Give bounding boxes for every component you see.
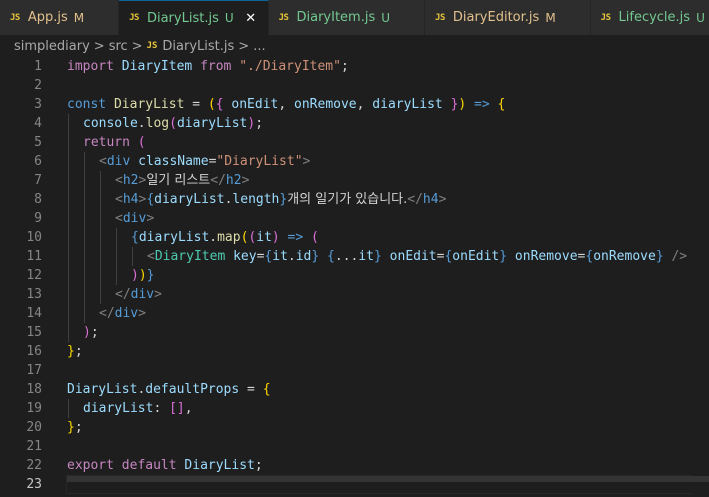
line-content: ))} [131, 268, 155, 283]
line-number: 13 [26, 287, 42, 302]
breadcrumb-item-symbols[interactable]: ... [253, 39, 265, 54]
line-number: 15 [26, 325, 42, 340]
breadcrumb-item-file[interactable]: DiaryList.js [162, 39, 234, 54]
code-line: 16 }; [0, 342, 709, 361]
line-content: <h4>{diaryList.length}개의 일기가 있습니다.</h4> [115, 192, 447, 207]
js-file-icon: JS [10, 12, 20, 23]
breadcrumb-separator: > [93, 38, 105, 54]
code-line: 3 const DiaryList = ({ onEdit, onRemove,… [0, 95, 709, 114]
line-number: 19 [26, 401, 42, 416]
code-line: 11 <DiaryItem key={it.id} {...it} onEdit… [0, 247, 709, 266]
code-line: 21 [0, 437, 709, 456]
tab-diaryitem-js[interactable]: JS DiaryItem.js U [268, 0, 426, 35]
line-content: {diaryList.map((it) => ( [131, 230, 319, 245]
line-number: 5 [34, 135, 42, 150]
line-number: 3 [34, 97, 42, 112]
line-content: diaryList: [], [83, 401, 193, 416]
code-line: 13 </div> [0, 285, 709, 304]
line-content: ); [83, 325, 99, 340]
code-line: 19 diaryList: [], [0, 399, 709, 418]
line-content: <div> [115, 211, 155, 226]
code-line: 9 <div> [0, 209, 709, 228]
code-line: 7 <h2>일기 리스트</h2> [0, 171, 709, 190]
tab-label: DiaryEditor.js [452, 10, 540, 25]
tab-label: DiaryList.js [146, 10, 219, 26]
line-number: 17 [26, 363, 42, 378]
line-number: 11 [26, 249, 42, 264]
line-content: console.log(diaryList); [83, 116, 264, 131]
code-line: 6 <div className="DiaryList"> [0, 152, 709, 171]
js-file-icon: JS [129, 13, 139, 23]
line-number: 20 [26, 420, 42, 435]
line-number: 23 [26, 477, 42, 492]
tab-label: App.js [27, 10, 68, 25]
tab-label: DiaryItem.js [296, 10, 376, 25]
tab-bar: JS App.js M JS DiaryList.js U ✕ JS Diary… [0, 0, 709, 35]
git-status-badge: M [73, 10, 85, 25]
git-status-badge: U [224, 11, 234, 25]
code-line: 2 [0, 76, 709, 95]
breadcrumb: simplediary > src > JS DiaryList.js > ..… [0, 35, 709, 57]
js-file-icon: JS [146, 41, 158, 51]
line-content: </div> [115, 287, 162, 302]
code-line: 22 export default DiaryList; [0, 456, 709, 475]
vertical-scrollbar[interactable] [692, 35, 709, 497]
code-line: 4 console.log(diaryList); [0, 114, 709, 133]
breadcrumb-separator: > [131, 38, 143, 54]
git-status-badge: U [696, 10, 705, 25]
code-line: 8 <h4>{diaryList.length}개의 일기가 있습니다.</h4… [0, 190, 709, 209]
line-number: 12 [26, 268, 42, 283]
tab-diaryeditor-js[interactable]: JS DiaryEditor.js M [425, 0, 591, 35]
line-number: 1 [34, 59, 42, 74]
line-number: 16 [26, 344, 42, 359]
code-line: 18 DiaryList.defaultProps = { [0, 380, 709, 399]
code-editor[interactable]: 1 import DiaryItem from "./DiaryItem"; 2… [0, 57, 709, 497]
line-number: 4 [34, 116, 42, 131]
breadcrumb-item-simplediary[interactable]: simplediary [14, 39, 90, 54]
code-line: 15 ); [0, 323, 709, 342]
tab-diarylist-js[interactable]: JS DiaryList.js U ✕ [119, 0, 269, 35]
breadcrumb-separator: > [238, 38, 250, 54]
line-number: 7 [34, 173, 42, 188]
line-number: 14 [26, 306, 42, 321]
horizontal-scrollbar[interactable] [67, 476, 709, 482]
line-number: 21 [26, 439, 42, 454]
code-line: 1 import DiaryItem from "./DiaryItem"; [0, 57, 709, 76]
line-number: 22 [26, 458, 42, 473]
close-icon[interactable]: ✕ [244, 11, 258, 26]
code-line: 20 }; [0, 418, 709, 437]
line-content: }; [67, 420, 83, 435]
line-number: 8 [34, 192, 42, 207]
git-status-badge: U [381, 10, 391, 25]
line-number: 10 [26, 230, 42, 245]
line-number: 18 [26, 382, 42, 397]
line-content: import DiaryItem from "./DiaryItem"; [67, 59, 349, 74]
line-number: 2 [34, 78, 42, 93]
git-status-badge: M [545, 10, 556, 25]
code-line: 17 [0, 361, 709, 380]
line-content: }; [67, 344, 83, 359]
line-number: 9 [34, 211, 42, 226]
line-content: </div> [99, 306, 146, 321]
line-number: 6 [34, 154, 42, 169]
line-content: <DiaryItem key={it.id} {...it} onEdit={o… [147, 249, 688, 264]
code-line: 12 ))} [0, 266, 709, 285]
js-file-icon: JS [435, 12, 445, 23]
line-content: <div className="DiaryList"> [99, 154, 311, 169]
line-content: return ( [83, 135, 146, 150]
line-content: <h2>일기 리스트</h2> [115, 173, 250, 188]
js-file-icon: JS [600, 12, 611, 23]
tab-app-js[interactable]: JS App.js M [0, 0, 120, 35]
line-content: const DiaryList = ({ onEdit, onRemove, d… [67, 97, 506, 112]
line-content: DiaryList.defaultProps = { [67, 382, 271, 397]
tab-lifecycle-js[interactable]: JS Lifecycle.js U [590, 0, 709, 35]
tab-label: Lifecycle.js [618, 10, 691, 25]
breadcrumb-item-src[interactable]: src [109, 39, 128, 54]
js-file-icon: JS [278, 12, 289, 23]
code-line: 5 return ( [0, 133, 709, 152]
code-line: 14 </div> [0, 304, 709, 323]
code-line: 10 {diaryList.map((it) => ( [0, 228, 709, 247]
line-content: export default DiaryList; [67, 458, 263, 473]
